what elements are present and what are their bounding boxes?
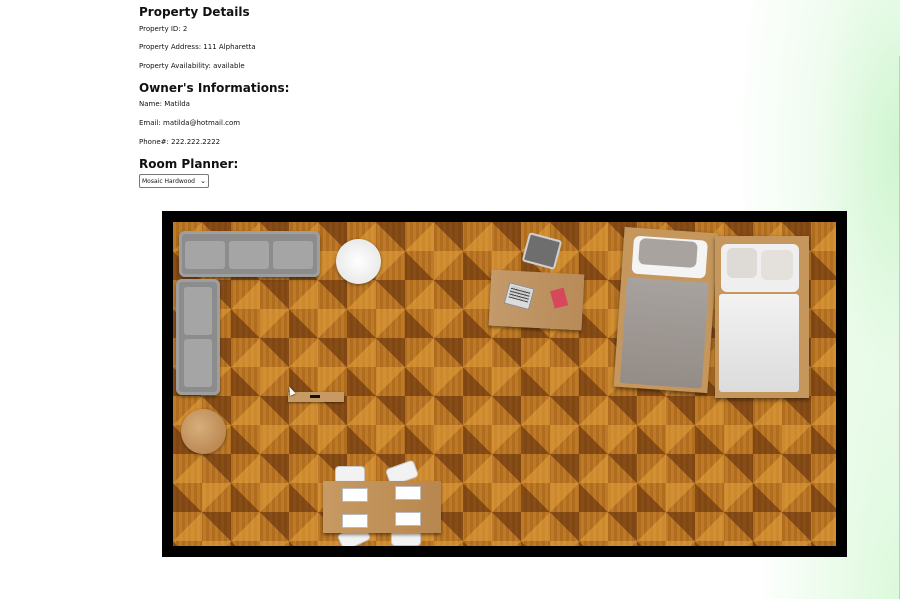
round-wood-table[interactable]: [181, 409, 226, 454]
owner-name: Name: Matilda: [139, 100, 190, 108]
sofa-cushion: [273, 241, 313, 269]
property-availability: Property Availability: available: [139, 62, 245, 70]
room-planner-canvas[interactable]: [162, 211, 847, 557]
round-side-table[interactable]: [336, 239, 381, 284]
floor-type-select[interactable]: Mosaic Hardwood ⌄: [139, 174, 209, 188]
property-details-heading: Property Details: [139, 5, 250, 19]
owner-phone: Phone#: 222.222.2222: [139, 138, 221, 146]
sofa-cushion: [184, 287, 212, 335]
plate-icon: [342, 488, 368, 502]
property-address: Property Address: 111 Alpharetta: [139, 43, 256, 51]
office-chair[interactable]: [521, 232, 563, 270]
owner-info-heading: Owner's Informations:: [139, 81, 290, 95]
sofa-top[interactable]: [179, 231, 320, 277]
chevron-down-icon: ⌄: [200, 177, 206, 185]
floor-surface: [173, 222, 836, 546]
sofa-cushion: [184, 339, 212, 387]
floor-type-value: Mosaic Hardwood: [142, 177, 195, 185]
tv-bench[interactable]: [288, 392, 344, 402]
dining-table[interactable]: [323, 481, 441, 533]
plate-icon: [342, 514, 368, 528]
sofa-cushion: [229, 241, 269, 269]
bed-gray[interactable]: [613, 226, 719, 394]
pillow: [638, 238, 698, 268]
owner-email: Email: matilda@hotmail.com: [139, 119, 241, 127]
sofa-cushion: [185, 241, 225, 269]
pillow: [727, 248, 757, 278]
tv-icon: [310, 395, 320, 398]
bed-white[interactable]: [715, 236, 809, 398]
room-planner-heading: Room Planner:: [139, 157, 239, 171]
property-id: Property ID: 2: [139, 25, 188, 33]
laptop-icon: [503, 282, 535, 311]
book-icon: [550, 287, 569, 309]
laptop-keyboard: [508, 285, 531, 303]
bed-blanket: [719, 294, 799, 392]
desk[interactable]: [488, 269, 585, 331]
plate-icon: [395, 486, 421, 500]
pillow: [761, 250, 793, 280]
plate-icon: [395, 512, 421, 526]
bed-blanket: [619, 277, 709, 389]
sofa-left[interactable]: [176, 279, 220, 395]
